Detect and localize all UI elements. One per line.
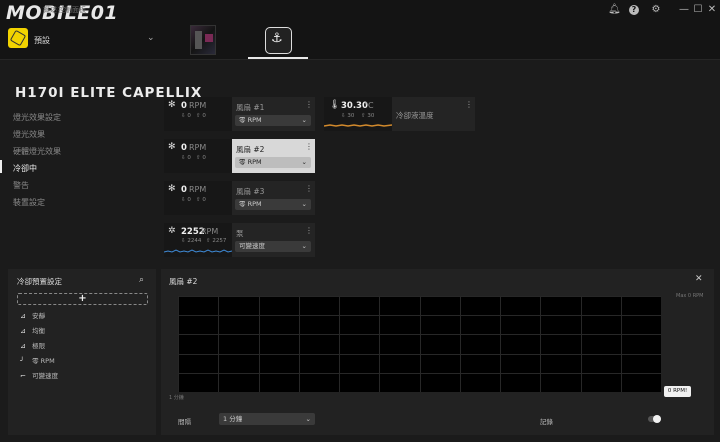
maximize-icon[interactable]: ☐	[692, 4, 704, 16]
record-label: 記錄	[540, 418, 553, 426]
interval-select[interactable]: 1 分鐘 ⌄	[219, 413, 315, 425]
nav-lighting-setup[interactable]: 燈光效果設定	[13, 112, 61, 123]
preset-variable-speed[interactable]: ⌐ 可變速度	[20, 370, 58, 380]
profile-icon[interactable]	[8, 28, 28, 48]
more-options-icon[interactable]: ⋮	[465, 100, 473, 109]
presets-title: 冷卻預置設定	[17, 277, 62, 286]
fan-icon: ✻	[168, 142, 176, 152]
pump-history-sparkline	[164, 249, 232, 253]
balanced-curve-icon: ⊿	[20, 327, 26, 335]
pump-name: 泵	[236, 229, 244, 238]
fan-2-min: ⇩ 0	[181, 155, 191, 161]
close-icon[interactable]: ✕	[706, 4, 718, 16]
fan-2-name: 風扇 #2	[236, 145, 265, 154]
preset-quiet[interactable]: ⊿ 安靜	[20, 310, 45, 320]
nav-active-indicator	[0, 160, 2, 173]
device-bar	[0, 20, 720, 60]
nav-alerts[interactable]: 警告	[13, 180, 29, 191]
fan-1-max: ⇧ 0	[196, 113, 206, 119]
variable-speed-curve-icon: ⌐	[20, 372, 26, 380]
add-preset-button[interactable]: +	[17, 293, 148, 305]
more-options-icon[interactable]: ⋮	[305, 226, 313, 235]
fan-2-max: ⇧ 0	[196, 155, 206, 161]
preset-extreme[interactable]: ⊿ 極限	[20, 340, 45, 350]
preset-balanced[interactable]: ⊿ 均衡	[20, 325, 45, 335]
active-device-indicator	[248, 57, 308, 59]
pump-max: ⇧ 2257	[206, 238, 227, 244]
quiet-curve-icon: ⊿	[20, 312, 26, 320]
fan-1-name: 風扇 #1	[236, 103, 265, 112]
rpm-history-graph	[178, 296, 662, 393]
coolant-name: 冷卻液溫度	[396, 111, 434, 120]
fan-3-rpm-unit: RPM	[189, 185, 207, 194]
menu-dashboard[interactable]: 控制面板	[58, 5, 86, 15]
fan-1-rpm-unit: RPM	[189, 101, 207, 110]
extreme-curve-icon: ⊿	[20, 342, 26, 350]
thermometer-icon: 🌡︎	[329, 100, 341, 110]
graph-x-left-label: 1 分鐘	[169, 395, 184, 401]
nav-lighting-effects[interactable]: 燈光效果	[13, 129, 45, 140]
fan-icon: ✻	[168, 184, 176, 194]
motherboard-device-thumbnail[interactable]	[190, 25, 216, 55]
pump-mode-select[interactable]: 可變速度 ⌄	[235, 241, 311, 252]
nav-device-settings[interactable]: 裝置設定	[13, 197, 45, 208]
record-toggle[interactable]	[648, 415, 661, 423]
fan-1-min: ⇩ 0	[181, 113, 191, 119]
fan-icon: ✻	[168, 100, 176, 110]
fan-3-mode-select[interactable]: 零 RPM ⌄	[235, 199, 311, 210]
menu-home[interactable]: 概述	[43, 5, 57, 15]
nav-cooling[interactable]: 冷卻中	[13, 163, 37, 174]
close-icon[interactable]: ✕	[695, 274, 703, 284]
fan-3-rpm: 0	[181, 185, 187, 195]
fan-3-name: 風扇 #3	[236, 187, 265, 196]
chevron-down-icon[interactable]: ⌄	[147, 33, 155, 43]
coolant-temp-unit: °C	[364, 101, 374, 110]
bell-icon[interactable]: 🔔︎	[608, 4, 621, 16]
more-options-icon[interactable]: ⋮	[305, 184, 313, 193]
profile-name[interactable]: 預設	[34, 35, 50, 46]
fan-1-rpm: 0	[181, 101, 187, 111]
fan-2-rpm-unit: RPM	[189, 143, 207, 152]
coolant-min: ⇩ 30	[341, 113, 355, 119]
fan-2-mode-select[interactable]: 零 RPM ⌄	[235, 157, 311, 168]
coolant-max: ⇧ 30	[361, 113, 375, 119]
cooler-device-thumbnail[interactable]: ⚓︎	[265, 27, 292, 54]
fan-2-rpm: 0	[181, 143, 187, 153]
current-rpm-tooltip: 0 RPM!	[664, 386, 691, 397]
fan-1-mode-select[interactable]: 零 RPM ⌄	[235, 115, 311, 126]
more-options-icon[interactable]: ⋮	[305, 100, 313, 109]
interval-label: 間隔	[178, 418, 191, 426]
zero-rpm-curve-icon: ╯	[20, 357, 25, 365]
gear-icon[interactable]: ⚙	[650, 4, 662, 16]
graph-title: 風扇 #2	[169, 277, 198, 286]
fan-3-min: ⇩ 0	[181, 197, 191, 203]
search-icon[interactable]: ⌕	[139, 275, 144, 285]
preset-zero-rpm[interactable]: ╯ 零 RPM	[20, 355, 55, 365]
pump-min: ⇩ 2244	[181, 238, 202, 244]
fan-card-2-control[interactable]: 風扇 #2 ⋮ 零 RPM ⌄	[232, 139, 315, 173]
help-icon[interactable]: ?	[628, 4, 640, 16]
fan-3-max: ⇧ 0	[196, 197, 206, 203]
pump-icon: ✲	[168, 226, 176, 236]
graph-max-label: Max 0 RPM	[676, 293, 704, 299]
nav-hardware-lighting[interactable]: 硬體燈光效果	[13, 146, 61, 157]
pump-rpm-unit: RPM	[201, 227, 219, 236]
coolant-history-sparkline	[324, 124, 392, 127]
more-options-icon[interactable]: ⋮	[305, 142, 313, 151]
minimize-icon[interactable]: —	[678, 4, 690, 16]
